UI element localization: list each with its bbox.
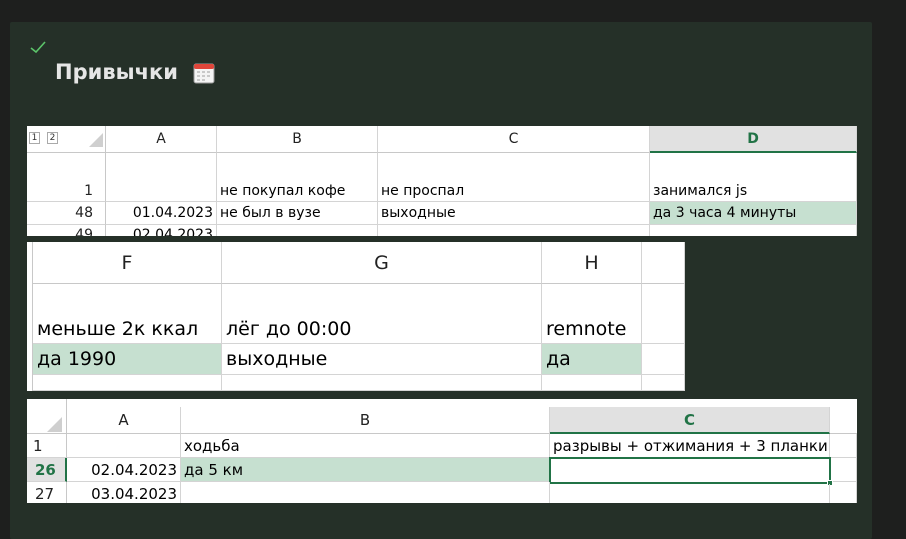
- cell-h48[interactable]: да: [542, 344, 642, 375]
- cell-f1[interactable]: меньше 2к ккал: [33, 284, 222, 344]
- column-header-b[interactable]: B: [217, 126, 378, 153]
- cell-a27[interactable]: 03.04.2023: [67, 482, 181, 503]
- column-header-d[interactable]: D: [650, 126, 857, 153]
- cell-a1[interactable]: [67, 434, 181, 458]
- row-header[interactable]: 1: [27, 153, 106, 202]
- cell-b48[interactable]: не был в вузе: [217, 202, 378, 225]
- cell-b27[interactable]: [181, 482, 550, 503]
- cell-c49[interactable]: [378, 225, 650, 236]
- cell-d27[interactable]: [830, 482, 857, 503]
- cell-g48[interactable]: выходные: [222, 344, 542, 375]
- calendar-icon: [193, 63, 215, 84]
- column-header-g[interactable]: G: [222, 242, 542, 284]
- column-header-a[interactable]: A: [67, 407, 181, 434]
- column-header-h[interactable]: H: [542, 242, 642, 284]
- cell-a1[interactable]: [106, 153, 217, 202]
- cell-i49[interactable]: [642, 375, 685, 391]
- cell-a48[interactable]: 01.04.2023: [106, 202, 217, 225]
- row-header[interactable]: 49: [27, 225, 106, 236]
- corner-cell: [27, 126, 106, 153]
- cell-c27[interactable]: [550, 484, 830, 503]
- cell-g49[interactable]: [222, 375, 542, 391]
- cell-d26[interactable]: [833, 458, 857, 482]
- cell-a49[interactable]: 02.04.2023: [106, 225, 217, 236]
- corner-cell: [27, 399, 67, 434]
- spreadsheet-screenshot-2: F G H меньше 2к ккал лёг до 00:00 remnot…: [27, 242, 685, 391]
- cell-h49[interactable]: [542, 375, 642, 391]
- cell-c48[interactable]: выходные: [378, 202, 650, 225]
- cell-b26[interactable]: да 5 км: [181, 458, 550, 482]
- column-header-b[interactable]: B: [181, 407, 550, 434]
- cell-f48[interactable]: да 1990: [33, 344, 222, 375]
- column-header-a[interactable]: A: [106, 126, 217, 153]
- column-header-f[interactable]: F: [33, 242, 222, 284]
- row-header[interactable]: 26: [27, 458, 67, 482]
- cell-d49[interactable]: [650, 225, 857, 236]
- cell-c1[interactable]: разрывы + отжимания + 3 планки: [550, 434, 830, 458]
- cell-d1[interactable]: [830, 434, 857, 458]
- column-header-c[interactable]: C: [550, 407, 830, 434]
- column-header-c[interactable]: C: [378, 126, 650, 153]
- cell-f49[interactable]: [33, 375, 222, 391]
- spreadsheet-screenshot-1: 1 2 A B C D 1 не покупал кофе не проспал…: [27, 126, 857, 236]
- column-header-i[interactable]: [642, 242, 685, 284]
- cell-b1[interactable]: ходьба: [181, 434, 550, 458]
- cell-b1[interactable]: не покупал кофе: [217, 153, 378, 202]
- check-icon[interactable]: [30, 40, 46, 54]
- row-header[interactable]: 1: [27, 434, 67, 458]
- top-bar: [0, 0, 906, 22]
- cell-g1[interactable]: лёг до 00:00: [222, 284, 542, 344]
- cell-h1[interactable]: remnote: [542, 284, 642, 344]
- page-title: Привычки: [55, 60, 178, 84]
- cell-i48[interactable]: [642, 344, 685, 375]
- cell-c26[interactable]: [549, 457, 831, 484]
- row-header[interactable]: 27: [27, 482, 67, 503]
- cell-i1[interactable]: [642, 284, 685, 344]
- header-filler: [830, 407, 857, 434]
- cell-b49[interactable]: [217, 225, 378, 236]
- cell-d1[interactable]: занимался js: [650, 153, 857, 202]
- row-header[interactable]: 48: [27, 202, 106, 225]
- cell-d48[interactable]: да 3 часа 4 минуты: [650, 202, 857, 225]
- cell-c1[interactable]: не проспал: [378, 153, 650, 202]
- spreadsheet-screenshot-3: A B C 1 ходьба разрывы + отжимания + 3 п…: [27, 399, 857, 503]
- cell-a26[interactable]: 02.04.2023: [67, 458, 181, 482]
